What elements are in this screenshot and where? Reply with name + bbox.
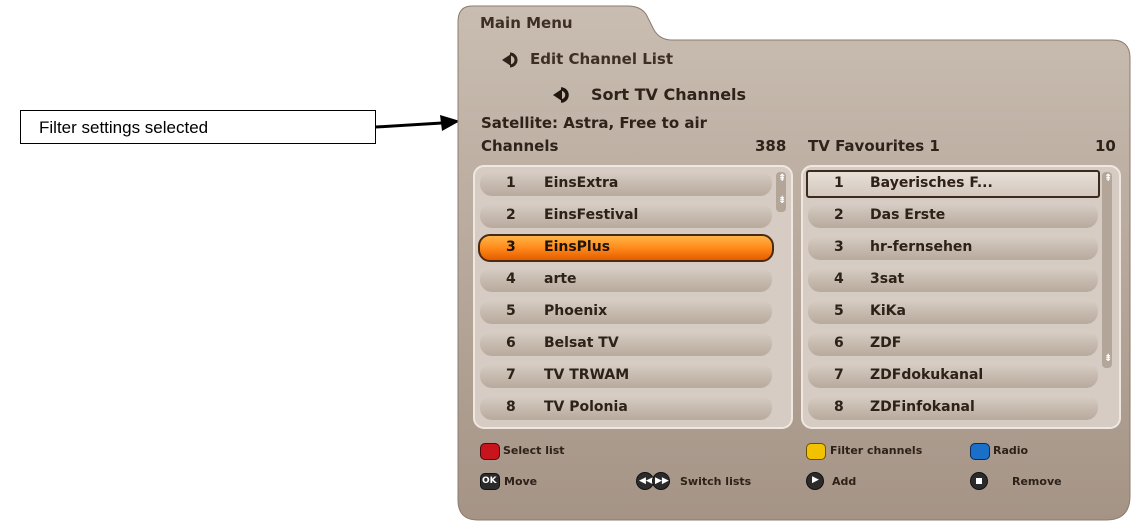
left-list-count: 388 xyxy=(755,137,787,155)
channel-name: EinsPlus xyxy=(544,239,611,255)
channel-number: 8 xyxy=(834,399,844,415)
channel-number: 4 xyxy=(506,271,516,287)
ok-key-label: OK xyxy=(482,476,497,486)
channel-number: 6 xyxy=(834,335,844,351)
channel-name: TV Polonia xyxy=(544,399,628,415)
channel-name: KiKa xyxy=(870,303,906,319)
channel-name: ZDFdokukanal xyxy=(870,367,984,383)
channel-number: 3 xyxy=(506,239,516,255)
channel-number: 4 xyxy=(834,271,844,287)
scroll-down-icon[interactable]: ⇟ xyxy=(1104,354,1112,364)
legend-add: Add xyxy=(832,475,857,488)
channel-number: 5 xyxy=(506,303,516,319)
channel-number: 5 xyxy=(834,303,844,319)
filter-info: Satellite: Astra, Free to air xyxy=(481,114,708,132)
channel-name: Phoenix xyxy=(544,303,608,319)
channel-number: 2 xyxy=(506,207,516,223)
list-item[interactable] xyxy=(480,267,772,292)
channel-name: 3sat xyxy=(870,271,905,287)
channel-number: 1 xyxy=(506,175,516,191)
yellow-key-icon xyxy=(806,443,826,460)
right-list-title: TV Favourites 1 xyxy=(808,137,940,155)
list-item[interactable] xyxy=(808,267,1098,292)
forward-symbol: ▶▶ xyxy=(655,476,669,486)
breadcrumb-edit-channel-list: Edit Channel List xyxy=(530,50,674,68)
legend-remove: Remove xyxy=(1012,475,1062,488)
left-list-title: Channels xyxy=(481,137,559,155)
channel-number: 3 xyxy=(834,239,844,255)
right-scrollbar[interactable] xyxy=(1102,172,1112,368)
channel-number: 8 xyxy=(506,399,516,415)
scroll-up-icon[interactable]: ⇞ xyxy=(1104,174,1112,184)
play-symbol: ▶ xyxy=(812,475,819,485)
channel-number: 1 xyxy=(834,175,844,191)
scroll-down-icon[interactable]: ⇟ xyxy=(778,196,786,206)
list-item[interactable] xyxy=(808,203,1098,228)
channel-name: Belsat TV xyxy=(544,335,619,351)
channel-number: 6 xyxy=(506,335,516,351)
channel-name: hr-fernsehen xyxy=(870,239,973,255)
stop-symbol xyxy=(976,478,982,484)
channel-name: EinsExtra xyxy=(544,175,619,191)
list-item[interactable] xyxy=(808,299,1098,324)
red-key-icon xyxy=(480,443,500,460)
channel-number: 7 xyxy=(834,367,844,383)
legend-select-list: Select list xyxy=(503,444,565,457)
list-item-selected[interactable] xyxy=(478,234,774,262)
channel-name: arte xyxy=(544,271,577,287)
channel-name: ZDF xyxy=(870,335,902,351)
channel-name: Bayerisches F... xyxy=(870,175,993,191)
rewind-symbol: ◀◀ xyxy=(639,476,653,486)
legend-filter-channels: Filter channels xyxy=(830,444,923,457)
legend-move: Move xyxy=(504,475,538,488)
channel-name: EinsFestival xyxy=(544,207,639,223)
list-item[interactable] xyxy=(480,171,772,196)
return-arrow-icon xyxy=(553,87,569,103)
list-item[interactable] xyxy=(480,331,772,356)
scroll-up-icon[interactable]: ⇞ xyxy=(778,174,786,184)
legend-radio: Radio xyxy=(993,444,1029,457)
return-arrow-icon xyxy=(502,52,518,68)
list-item[interactable] xyxy=(480,299,772,324)
channel-number: 2 xyxy=(834,207,844,223)
list-item[interactable] xyxy=(808,331,1098,356)
blue-key-icon xyxy=(970,443,990,460)
breadcrumb-sort-tv-channels: Sort TV Channels xyxy=(591,85,747,104)
channel-name: TV TRWAM xyxy=(544,367,630,383)
legend-switch-lists: Switch lists xyxy=(680,475,752,488)
channel-name: ZDFinfokanal xyxy=(870,399,975,415)
channel-name: Das Erste xyxy=(870,207,946,223)
breadcrumb-main-menu: Main Menu xyxy=(480,14,573,32)
channel-number: 7 xyxy=(506,367,516,383)
right-list-count: 10 xyxy=(1095,137,1116,155)
